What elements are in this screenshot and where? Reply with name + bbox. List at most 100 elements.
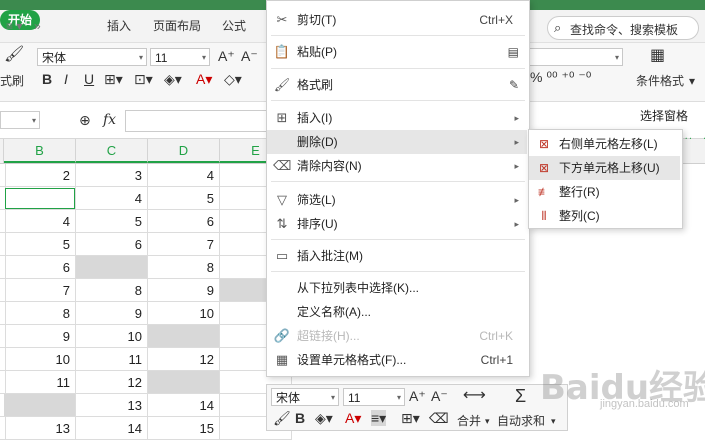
tab-insert[interactable]: 插入: [107, 17, 131, 35]
grid-cell[interactable]: 10: [4, 348, 76, 371]
font-color-icon[interactable]: A▾: [196, 71, 212, 87]
grid-cell[interactable]: 3: [76, 164, 148, 187]
menu-item-cut[interactable]: ✂ 剪切(T) Ctrl+X: [267, 8, 527, 32]
mini-increase-font-icon[interactable]: A⁺: [409, 388, 426, 404]
formula-input[interactable]: [125, 110, 267, 132]
grid-cell[interactable]: 7: [4, 279, 76, 302]
grid-cell[interactable]: 9: [148, 279, 220, 302]
mini-font-color-icon[interactable]: A▾: [345, 410, 361, 426]
grid-cell[interactable]: [4, 394, 76, 417]
grid-cell[interactable]: 11: [4, 371, 76, 394]
mini-format-painter-icon[interactable]: 🖌: [273, 410, 291, 426]
menu-item-clear-contents[interactable]: ⌫ 清除内容(N) ▸: [267, 154, 527, 178]
menu-item-sort[interactable]: ⇅ 排序(U) ▸: [267, 212, 527, 236]
chevron-down-icon[interactable]: ▾: [485, 413, 490, 429]
menu-item-delete[interactable]: 删除(D) ▸: [267, 130, 527, 154]
mini-clear-icon[interactable]: ⌫: [429, 410, 449, 426]
grid-cell[interactable]: [76, 256, 148, 279]
fill-color-icon[interactable]: ◈▾: [164, 71, 182, 87]
column-header-c[interactable]: C: [76, 139, 148, 163]
font-size-select[interactable]: 11 ▾: [150, 48, 210, 66]
tab-page-layout[interactable]: 页面布局: [153, 17, 201, 35]
cell-style-icon[interactable]: ⊡▾: [134, 71, 153, 87]
grid-cell[interactable]: 4: [4, 210, 76, 233]
mini-border-icon[interactable]: ⊞▾: [401, 410, 420, 426]
sum-icon[interactable]: Σ: [515, 387, 526, 405]
grid-cell[interactable]: 8: [148, 256, 220, 279]
grid-cell[interactable]: 6: [4, 256, 76, 279]
grid-cell[interactable]: 5: [148, 187, 220, 210]
border-icon[interactable]: ⊞▾: [104, 71, 123, 87]
conditional-format-icon[interactable]: ▦: [650, 48, 665, 64]
conditional-format-label[interactable]: 条件格式: [636, 73, 684, 89]
grid-cell[interactable]: 5: [4, 233, 76, 256]
menu-item-insert[interactable]: ⊞ 插入(I) ▸: [267, 106, 527, 130]
grid-cell[interactable]: 7: [148, 233, 220, 256]
menu-item-insert-comment[interactable]: ▭ 插入批注(M): [267, 244, 527, 268]
menu-item-hyperlink[interactable]: 🔗 超链接(H)... Ctrl+K: [267, 324, 527, 348]
menu-item-define-name[interactable]: 定义名称(A)...: [267, 300, 527, 324]
mini-align-icon[interactable]: ≡▾: [371, 410, 387, 426]
select-pane-button[interactable]: 选择窗格: [640, 107, 688, 124]
bold-icon[interactable]: B: [42, 71, 52, 87]
mini-decrease-font-icon[interactable]: A⁻: [431, 388, 448, 404]
grid-cell[interactable]: 2: [4, 164, 76, 187]
grid-cell[interactable]: 10: [76, 325, 148, 348]
merge-button[interactable]: 合并: [457, 413, 481, 429]
grid-cell[interactable]: 6: [76, 233, 148, 256]
grid-cell[interactable]: 14: [148, 394, 220, 417]
format-painter-label[interactable]: 式刷: [0, 73, 24, 89]
italic-icon[interactable]: I: [64, 71, 68, 87]
submenu-item-shift-up[interactable]: ⊠ 下方单元格上移(U): [529, 156, 680, 180]
menu-item-filter[interactable]: ▽ 筛选(L) ▸: [267, 188, 527, 212]
eraser-icon[interactable]: ◇▾: [224, 71, 242, 87]
grid-cell[interactable]: 4: [148, 164, 220, 187]
column-header-d[interactable]: D: [148, 139, 220, 163]
grid-cell[interactable]: 12: [76, 371, 148, 394]
mini-fill-color-icon[interactable]: ◈▾: [315, 410, 333, 426]
grid-cell[interactable]: 8: [76, 279, 148, 302]
decrease-font-icon[interactable]: A⁻: [241, 48, 258, 64]
underline-icon[interactable]: U: [84, 71, 94, 87]
menu-item-format-painter[interactable]: 🖌 格式刷 ✎: [267, 73, 527, 97]
grid-cell[interactable]: 11: [76, 348, 148, 371]
menu-item-pick-from-list[interactable]: 从下拉列表中选择(K)...: [267, 276, 527, 300]
mini-bold-icon[interactable]: B: [295, 410, 305, 426]
grid-cell[interactable]: 10: [148, 302, 220, 325]
submenu-item-entire-column[interactable]: ⫴ 整列(C): [529, 204, 680, 228]
font-name-select[interactable]: 宋体 ▾: [37, 48, 147, 66]
number-format-select[interactable]: ▾: [528, 48, 623, 66]
grid-cell[interactable]: 9: [4, 325, 76, 348]
increase-font-icon[interactable]: A⁺: [218, 48, 235, 64]
merge-icon[interactable]: ⟷: [463, 388, 486, 404]
menu-item-format-cells[interactable]: ▦ 设置单元格格式(F)... Ctrl+1: [267, 348, 527, 372]
grid-cell[interactable]: [148, 325, 220, 348]
name-box[interactable]: ▾: [0, 111, 40, 129]
grid-cell[interactable]: 8: [4, 302, 76, 325]
column-header-b[interactable]: B: [4, 139, 76, 163]
paste-options-icon[interactable]: ▤: [508, 40, 519, 64]
chevron-down-icon[interactable]: ▾: [551, 413, 556, 429]
submenu-item-shift-left[interactable]: ⊠ 右侧单元格左移(L): [529, 132, 680, 156]
mini-font-name-select[interactable]: 宋体 ▾: [271, 388, 339, 406]
conditional-format-chevron-icon[interactable]: ▾: [689, 73, 695, 89]
menu-item-paste[interactable]: 📋 粘贴(P) ▤: [267, 40, 527, 64]
grid-cell[interactable]: 6: [148, 210, 220, 233]
submenu-item-entire-row[interactable]: ≢ 整行(R): [529, 180, 680, 204]
grid-cell[interactable]: 12: [148, 348, 220, 371]
fx-icon[interactable]: fx: [103, 112, 116, 128]
grid-cell[interactable]: 9: [76, 302, 148, 325]
grid-cell[interactable]: [148, 371, 220, 394]
grid-cell[interactable]: 4: [76, 187, 148, 210]
grid-cell[interactable]: 13: [76, 394, 148, 417]
menu-icon[interactable]: ≡ ▾: [6, 17, 22, 35]
active-cell[interactable]: [4, 187, 76, 210]
mini-font-size-select[interactable]: 11 ▾: [343, 388, 405, 406]
format-painter-icon[interactable]: 🖌: [4, 47, 24, 63]
autosum-button[interactable]: 自动求和: [497, 413, 545, 429]
search-box[interactable]: ⌕ 查找命令、搜索模板: [547, 16, 699, 40]
tab-formulas[interactable]: 公式: [222, 17, 246, 35]
zoom-icon[interactable]: ⊕: [79, 112, 91, 128]
expand-tabs-icon[interactable]: »: [34, 17, 41, 35]
number-format-icons[interactable]: % ⁰⁰ ⁺⁰ ⁻⁰: [530, 69, 591, 85]
